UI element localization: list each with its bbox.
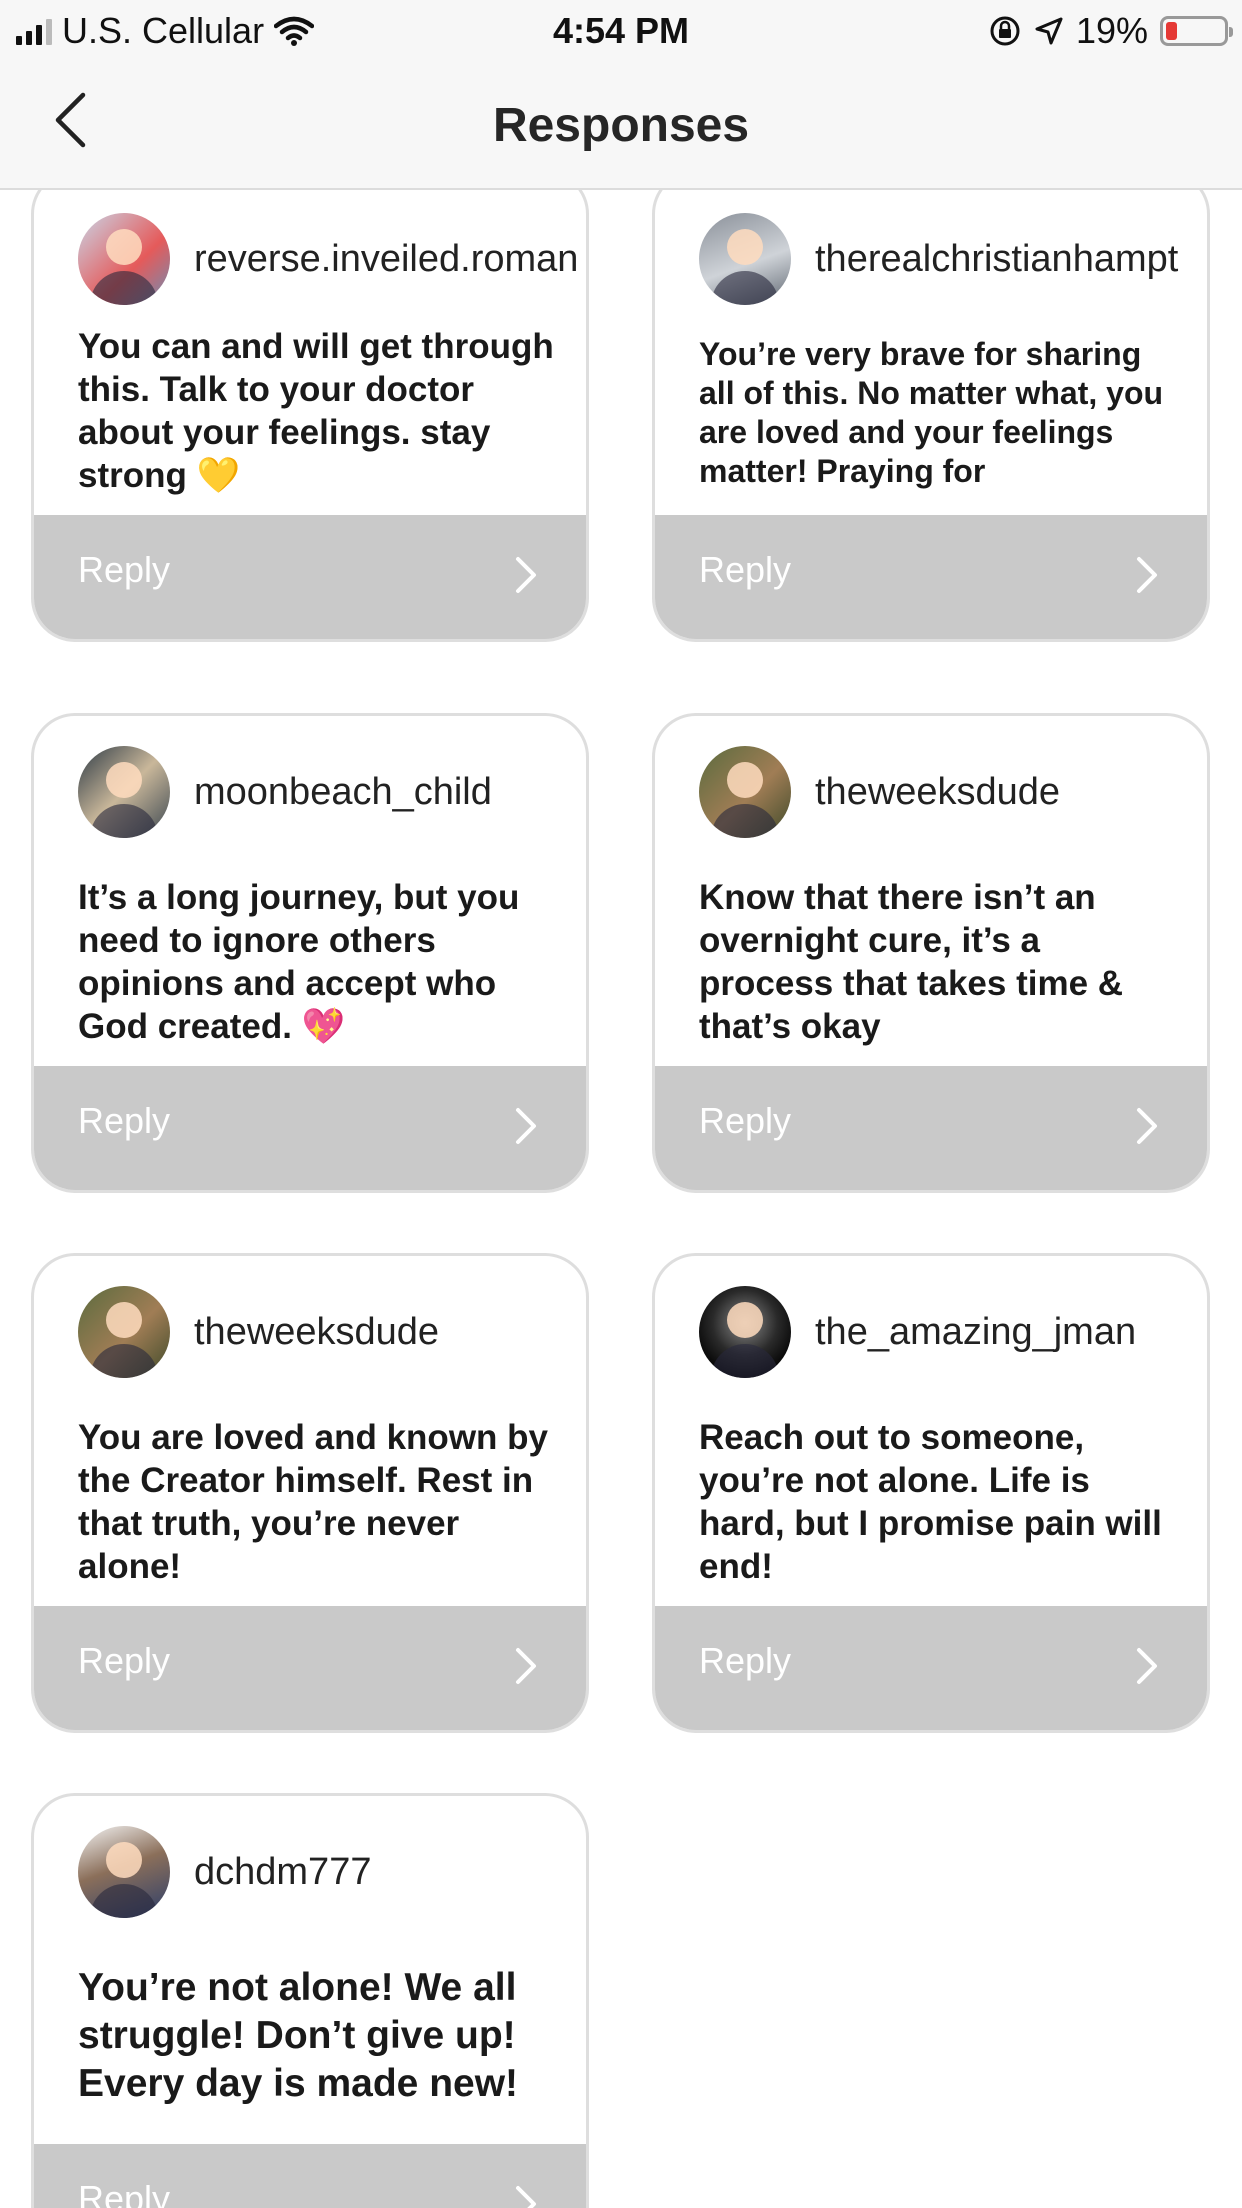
avatar — [699, 746, 791, 838]
status-right: 19% — [988, 10, 1233, 52]
avatar — [699, 1286, 791, 1378]
response-card: theweeksdude Know that there isn’t an ov… — [652, 713, 1210, 1193]
chevron-right-icon — [1137, 1108, 1157, 1144]
response-message: It’s a long journey, but you need to ign… — [78, 878, 520, 1046]
reply-label: Reply — [78, 1640, 171, 1681]
username[interactable]: theweeksdude — [194, 1311, 439, 1354]
username[interactable]: moonbeach_child — [194, 771, 492, 814]
response-card: reverse.inveiled.roman You can and will … — [31, 190, 589, 642]
reply-button[interactable]: Reply — [655, 1066, 1207, 1190]
battery-fill — [1166, 22, 1177, 40]
reply-label: Reply — [78, 1100, 171, 1141]
chevron-right-icon — [1137, 557, 1157, 593]
username[interactable]: dchdm777 — [194, 1851, 371, 1894]
chevron-right-icon — [1137, 1648, 1157, 1684]
reply-label: Reply — [78, 2178, 171, 2208]
card-header: dchdm777 — [78, 1826, 586, 1918]
response-message: Reach out to someone, you’re not alone. … — [699, 1418, 1162, 1586]
card-header: therealchristianhampt — [699, 213, 1207, 305]
username[interactable]: the_amazing_jman — [815, 1311, 1136, 1354]
response-card: the_amazing_jman Reach out to someone, y… — [652, 1253, 1210, 1733]
reply-button[interactable]: Reply — [34, 1606, 586, 1730]
card-header: theweeksdude — [699, 746, 1207, 838]
reply-label: Reply — [699, 1100, 792, 1141]
reply-button[interactable]: Reply — [34, 1066, 586, 1190]
battery-icon — [1160, 16, 1233, 46]
response-message: You’re not alone! We all struggle! Don’t… — [78, 1966, 519, 2105]
avatar — [78, 1826, 170, 1918]
orientation-lock-icon — [990, 16, 1020, 46]
chevron-right-icon — [516, 557, 536, 593]
response-message: You’re very brave for sharing all of thi… — [699, 336, 1164, 489]
page-title: Responses — [492, 99, 750, 152]
response-message: You can and will get through this. Talk … — [78, 327, 554, 495]
response-card: therealchristianhampt You’re very brave … — [652, 190, 1210, 642]
username[interactable]: therealchristianhampt — [815, 238, 1207, 281]
reply-label: Reply — [78, 549, 171, 590]
reply-button[interactable]: Reply — [655, 1606, 1207, 1730]
chevron-right-icon — [516, 1108, 536, 1144]
chevron-right-icon — [516, 2186, 536, 2208]
responses-grid: reverse.inveiled.roman You can and will … — [0, 190, 1242, 2208]
response-message: You are loved and known by the Creator h… — [78, 1418, 548, 1586]
reply-button[interactable]: Reply — [34, 2144, 586, 2208]
card-header: theweeksdude — [78, 1286, 586, 1378]
status-bar: U.S. Cellular 4:54 PM 19% — [0, 0, 1242, 62]
chevron-right-icon — [516, 1648, 536, 1684]
reply-label: Reply — [699, 1640, 792, 1681]
reply-button[interactable]: Reply — [34, 515, 586, 639]
battery-percent: 19% — [1075, 10, 1148, 51]
location-arrow-icon — [1035, 17, 1063, 45]
reply-button[interactable]: Reply — [655, 515, 1207, 639]
avatar — [78, 1286, 170, 1378]
reply-label: Reply — [699, 549, 792, 590]
card-header: the_amazing_jman — [699, 1286, 1207, 1378]
response-message: Know that there isn’t an overnight cure,… — [699, 878, 1124, 1046]
username[interactable]: theweeksdude — [815, 771, 1060, 814]
avatar — [699, 213, 791, 305]
card-header: moonbeach_child — [78, 746, 586, 838]
card-header: reverse.inveiled.roman — [78, 213, 586, 305]
response-card: dchdm777 You’re not alone! We all strugg… — [31, 1793, 589, 2208]
response-card: theweeksdude You are loved and known by … — [31, 1253, 589, 1733]
avatar — [78, 746, 170, 838]
avatar — [78, 213, 170, 305]
response-card: moonbeach_child It’s a long journey, but… — [31, 713, 589, 1193]
navigation-bar: Responses — [0, 62, 1242, 190]
username[interactable]: reverse.inveiled.roman — [194, 238, 586, 281]
